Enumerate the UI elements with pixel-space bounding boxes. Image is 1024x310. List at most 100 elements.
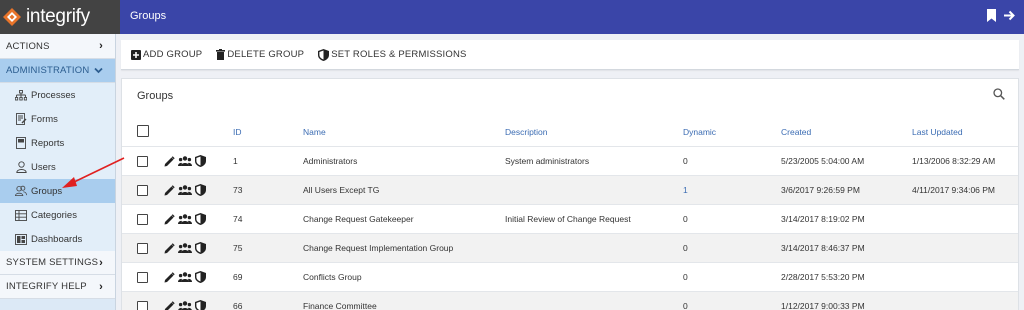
row-checkbox[interactable] (137, 301, 148, 310)
column-header-dynamic[interactable]: Dynamic (683, 127, 716, 137)
row-checkbox[interactable] (137, 185, 148, 196)
cell-name: Conflicts Group (303, 272, 362, 282)
cell-dynamic: 0 (683, 272, 688, 282)
form-icon (15, 113, 27, 125)
table-row[interactable]: 69 Conflicts Group 0 2/28/2017 5:53:20 PM (122, 263, 1018, 292)
permissions-shield-icon[interactable] (195, 242, 206, 254)
sidebar-section-label: INTEGRIFY HELP (6, 281, 87, 292)
table-row[interactable]: 1 Administrators System administrators 0 5/2… (122, 147, 1018, 176)
permissions-shield-icon[interactable] (195, 213, 206, 225)
edit-pencil-icon[interactable] (164, 155, 175, 167)
sidebar-item-dashboards[interactable]: Dashboards (0, 227, 115, 251)
add-group-button[interactable]: ADD GROUP (131, 49, 202, 60)
members-icon[interactable] (178, 156, 192, 166)
panel-title: Groups (137, 90, 174, 102)
toolbar: ADD GROUP DELETE GROUP SET ROLES & PERMI… (121, 40, 1019, 70)
cell-created: 5/23/2005 5:04:00 AM (781, 156, 865, 166)
sidebar-item-label: Users (31, 161, 56, 173)
column-header-last-updated[interactable]: Last Updated (912, 127, 963, 137)
edit-pencil-icon[interactable] (164, 184, 175, 196)
column-header-id[interactable]: ID (233, 127, 242, 137)
row-checkbox[interactable] (137, 272, 148, 283)
select-all-checkbox[interactable] (137, 125, 149, 137)
cell-name: Change Request Gatekeeper (303, 214, 414, 224)
chevron-right-icon: › (99, 256, 103, 269)
table-row[interactable]: 75 Change Request Implementation Group 0 3/… (122, 234, 1018, 263)
sidebar-item-users[interactable]: Users (0, 155, 115, 179)
row-actions (164, 155, 206, 167)
sidebar-item-label: Forms (31, 113, 58, 125)
row-actions (164, 184, 206, 196)
bookmark-icon[interactable] (986, 9, 997, 22)
permissions-shield-icon[interactable] (195, 300, 206, 310)
table-row[interactable]: 74 Change Request Gatekeeper Initial Revie… (122, 205, 1018, 234)
column-header-created[interactable]: Created (781, 127, 811, 137)
edit-pencil-icon[interactable] (164, 300, 175, 310)
trash-icon (216, 49, 226, 60)
sitemap-icon (15, 89, 27, 101)
sidebar-section-administration[interactable]: ADMINISTRATION (0, 59, 115, 83)
sidebar-section-label: ACTIONS (6, 40, 50, 52)
cell-id: 66 (233, 301, 243, 310)
cell-description: System administrators (505, 156, 590, 166)
edit-pencil-icon[interactable] (164, 271, 175, 283)
cell-created: 3/14/2017 8:46:37 PM (781, 243, 865, 253)
set-roles-label: SET ROLES & PERMISSIONS (331, 49, 467, 60)
search-icon[interactable] (993, 88, 1005, 100)
cell-description: Initial Review of Change Request (505, 214, 631, 224)
permissions-shield-icon[interactable] (195, 184, 206, 196)
row-actions (164, 300, 206, 310)
table-header: ID Name Description Dynamic Created Last… (122, 119, 1018, 147)
administration-menu: Processes Forms Reports Users Groups Cat… (0, 83, 115, 251)
table-row[interactable]: 66 Finance Committee 0 1/12/2017 9:00:33 PM (122, 292, 1018, 310)
row-checkbox[interactable] (137, 156, 148, 167)
edit-pencil-icon[interactable] (164, 213, 175, 225)
cell-dynamic: 0 (683, 214, 688, 224)
members-icon[interactable] (178, 185, 192, 195)
sidebar-section-actions[interactable]: ACTIONS › (0, 34, 115, 59)
members-icon[interactable] (178, 301, 192, 310)
chevron-right-icon: › (99, 40, 103, 52)
sidebar-item-processes[interactable]: Processes (0, 83, 115, 107)
table-row[interactable]: 73 All Users Except TG 1 3/6/2017 9:26:59 P… (122, 176, 1018, 205)
groups-panel: Groups ID Name Description Dynamic Creat… (121, 78, 1019, 310)
sidebar-item-label: Reports (31, 137, 65, 149)
permissions-shield-icon[interactable] (195, 155, 206, 167)
edit-pencil-icon[interactable] (164, 242, 175, 254)
permissions-shield-icon[interactable] (195, 271, 206, 283)
cell-name: Change Request Implementation Group (303, 243, 454, 253)
sidebar-item-groups[interactable]: Groups (0, 179, 115, 203)
cell-created: 3/6/2017 9:26:59 PM (781, 185, 860, 195)
sidebar-section-integrify-help[interactable]: INTEGRIFY HELP › (0, 275, 115, 299)
sidebar-item-categories[interactable]: Categories (0, 203, 115, 227)
categories-icon (15, 209, 27, 221)
row-actions (164, 271, 206, 283)
logout-arrow-icon[interactable] (1003, 9, 1016, 22)
sidebar-section-system-settings[interactable]: SYSTEM SETTINGS › (0, 251, 115, 275)
sidebar-section-label: SYSTEM SETTINGS (6, 257, 99, 268)
cell-id: 74 (233, 214, 243, 224)
sidebar-item-forms[interactable]: Forms (0, 107, 115, 131)
set-roles-permissions-button[interactable]: SET ROLES & PERMISSIONS (318, 48, 467, 61)
column-header-description[interactable]: Description (505, 127, 548, 137)
logo-text: integrify (26, 6, 90, 27)
members-icon[interactable] (178, 214, 192, 224)
logo[interactable]: integrify (0, 0, 120, 34)
delete-group-button[interactable]: DELETE GROUP (216, 49, 304, 60)
cell-name: Finance Committee (303, 301, 377, 310)
chevron-right-icon: › (99, 280, 103, 293)
delete-group-label: DELETE GROUP (227, 49, 305, 60)
integrify-logo-icon (3, 8, 21, 26)
row-checkbox[interactable] (137, 214, 148, 225)
add-group-label: ADD GROUP (143, 49, 203, 60)
members-icon[interactable] (178, 243, 192, 253)
column-header-name[interactable]: Name (303, 127, 326, 137)
user-icon (15, 161, 27, 173)
cell-dynamic: 0 (683, 156, 688, 166)
sidebar-item-label: Groups (31, 185, 63, 197)
row-checkbox[interactable] (137, 243, 148, 254)
cell-id: 73 (233, 185, 243, 195)
shield-icon (318, 48, 330, 61)
members-icon[interactable] (178, 272, 192, 282)
sidebar-item-reports[interactable]: Reports (0, 131, 115, 155)
